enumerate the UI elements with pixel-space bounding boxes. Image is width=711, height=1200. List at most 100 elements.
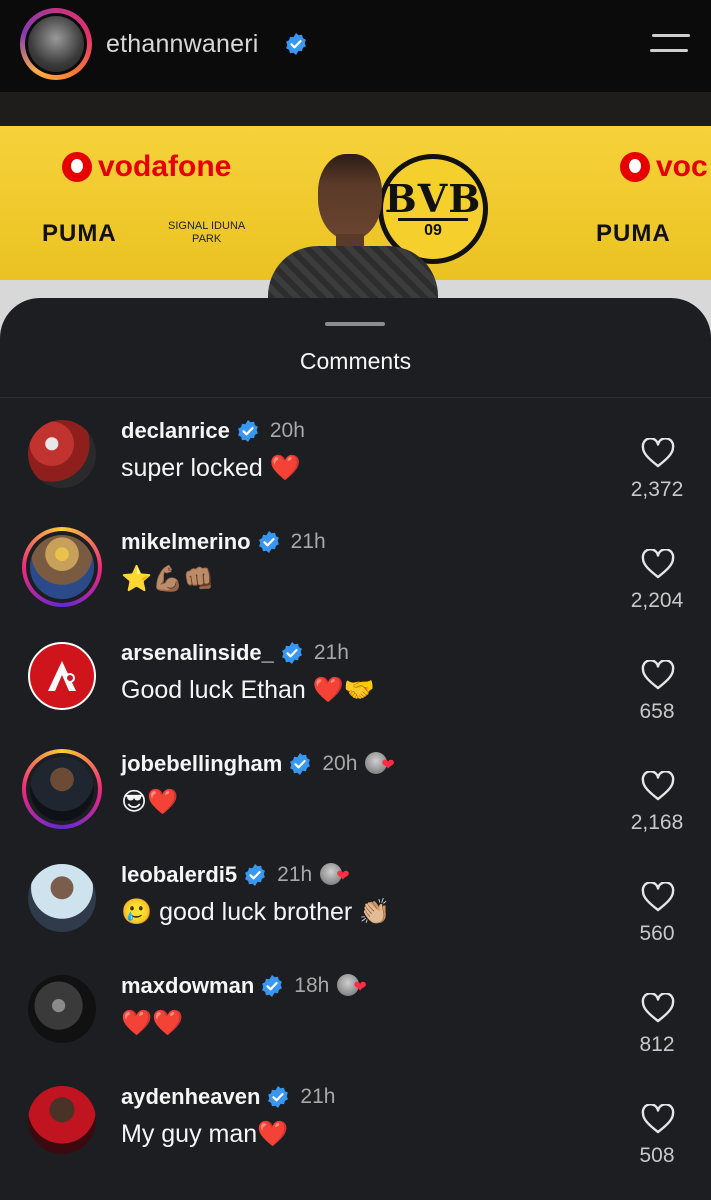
comment-username[interactable]: maxdowman <box>121 973 254 999</box>
sheet-title: Comments <box>299 348 412 374</box>
comment-avatar[interactable] <box>26 1084 98 1156</box>
liked-by-author-icon: ❤ <box>365 752 401 776</box>
heart-mini-icon: ❤ <box>353 979 367 996</box>
heart-icon[interactable] <box>641 1104 675 1134</box>
puma-logo: PUMA <box>42 220 117 247</box>
avatar-image <box>28 16 84 72</box>
comment-like: 508 <box>618 1104 698 1184</box>
verified-badge-icon <box>245 864 266 886</box>
profile-header: ethannwaneri <box>0 0 711 92</box>
avatar-ring-gap <box>26 531 98 603</box>
verified-badge-icon <box>281 642 302 664</box>
comment-text: 🥲 good luck brother 👏🏼 <box>121 898 391 926</box>
comment-text: ⭐💪🏽👊🏽 <box>121 565 215 593</box>
vodafone-logo: vodafone <box>62 150 231 184</box>
comment-item: declanrice 20h super locked ❤️ 2,372 <box>0 404 711 515</box>
avatar-image <box>30 535 94 599</box>
comment-username[interactable]: leobalerdi5 <box>121 862 237 888</box>
comment-item: arsenalinside_ 21h Good luck Ethan ❤️🤝 6… <box>0 626 711 737</box>
arsenal-inside-logo-icon <box>48 661 76 691</box>
comment-timestamp: 21h <box>277 863 313 886</box>
comments-sheet: Comments declanrice 20h super locked ❤️ … <box>0 298 711 1200</box>
comment-item: maxdowman 18h ❤ ❤️❤️ 812 <box>0 959 711 1070</box>
photo-ceiling <box>0 92 711 126</box>
verified-badge-icon <box>286 33 306 55</box>
comment-avatar[interactable] <box>26 640 98 712</box>
comment-text: ❤️❤️ <box>121 1009 184 1037</box>
sheet-drag-handle[interactable] <box>325 322 385 326</box>
comment-text: super locked ❤️ <box>121 454 301 482</box>
heart-icon[interactable] <box>641 882 675 912</box>
avatar-ring-gap <box>26 753 98 825</box>
avatar-image <box>28 975 96 1043</box>
comment-text: Good luck Ethan ❤️🤝 <box>121 676 376 704</box>
comment-like: 2,372 <box>618 438 698 518</box>
avatar-ring-gap <box>25 13 87 75</box>
signal-iduna-park-text: PARK <box>192 233 222 245</box>
comment-avatar[interactable] <box>22 749 102 829</box>
comment-text: My guy man❤️ <box>121 1120 289 1148</box>
like-count: 2,168 <box>630 811 684 834</box>
heart-icon[interactable] <box>641 660 675 690</box>
avatar-image <box>30 757 94 821</box>
comment-timestamp: 20h <box>269 419 305 442</box>
comment-item: aydenheaven 21h My guy man❤️ 508 <box>0 1070 711 1181</box>
comment-avatar[interactable] <box>26 973 98 1045</box>
heart-icon[interactable] <box>641 993 675 1023</box>
comment-text: 😎❤️ <box>121 788 179 816</box>
avatar-image <box>28 420 96 488</box>
verified-badge-icon <box>237 420 258 442</box>
verified-badge-icon <box>290 753 311 775</box>
comment-avatar[interactable] <box>26 862 98 934</box>
heart-mini-icon: ❤ <box>336 868 350 885</box>
verified-badge-icon <box>262 975 283 997</box>
avatar-image <box>28 864 96 932</box>
like-count: 2,204 <box>630 589 684 612</box>
heart-icon[interactable] <box>641 438 675 468</box>
comment-header: jobebellingham 20h ❤ <box>121 751 401 777</box>
comment-avatar[interactable] <box>22 527 102 607</box>
like-count: 812 <box>639 1033 675 1056</box>
vodafone-logo-partial: voc <box>620 150 708 184</box>
comment-username[interactable]: aydenheaven <box>121 1084 260 1110</box>
comment-item: mikelmerino 21h ⭐💪🏽👊🏽 2,204 <box>0 515 711 626</box>
comment-like: 2,204 <box>618 549 698 629</box>
menu-icon[interactable] <box>650 32 690 56</box>
comment-header: maxdowman 18h ❤ <box>121 973 373 999</box>
menu-line <box>652 34 690 37</box>
like-count: 2,372 <box>630 478 684 501</box>
like-count: 560 <box>639 922 675 945</box>
comment-like: 560 <box>618 882 698 962</box>
comment-avatar[interactable] <box>26 418 98 490</box>
player-head <box>318 154 382 240</box>
liked-by-author-icon: ❤ <box>337 974 373 998</box>
vodafone-text: vodafone <box>98 150 232 183</box>
heart-icon[interactable] <box>641 771 675 801</box>
comment-like: 658 <box>618 660 698 740</box>
verified-badge-icon <box>268 1086 289 1108</box>
comment-username[interactable]: jobebellingham <box>121 751 282 777</box>
comment-item: jobebellingham 20h ❤ 😎❤️ 2,168 <box>0 737 711 848</box>
heart-icon[interactable] <box>641 549 675 579</box>
comment-timestamp: 21h <box>300 1085 336 1108</box>
comment-username[interactable]: mikelmerino <box>121 529 251 555</box>
liked-by-author-icon: ❤ <box>320 863 356 887</box>
vodafone-icon <box>62 152 92 182</box>
comment-username[interactable]: declanrice <box>121 418 230 444</box>
signal-iduna-text: SIGNAL IDUNA <box>168 220 246 232</box>
profile-username[interactable]: ethannwaneri <box>106 30 259 59</box>
comment-like: 2,168 <box>618 771 698 851</box>
comment-timestamp: 21h <box>313 641 349 664</box>
like-count: 658 <box>639 700 675 723</box>
comment-header: mikelmerino 21h <box>121 529 326 555</box>
comment-item: leobalerdi5 21h ❤ 🥲 good luck brother 👏🏼… <box>0 848 711 959</box>
vodafone-text-partial: voc <box>656 150 708 183</box>
profile-avatar[interactable] <box>20 8 92 80</box>
comment-timestamp: 21h <box>290 530 326 553</box>
comment-username[interactable]: arsenalinside_ <box>121 640 274 666</box>
comment-timestamp: 20h <box>322 752 358 775</box>
verified-badge-icon <box>258 531 279 553</box>
comment-header: aydenheaven 21h <box>121 1084 335 1110</box>
avatar-image <box>28 642 96 710</box>
like-count: 508 <box>639 1144 675 1167</box>
